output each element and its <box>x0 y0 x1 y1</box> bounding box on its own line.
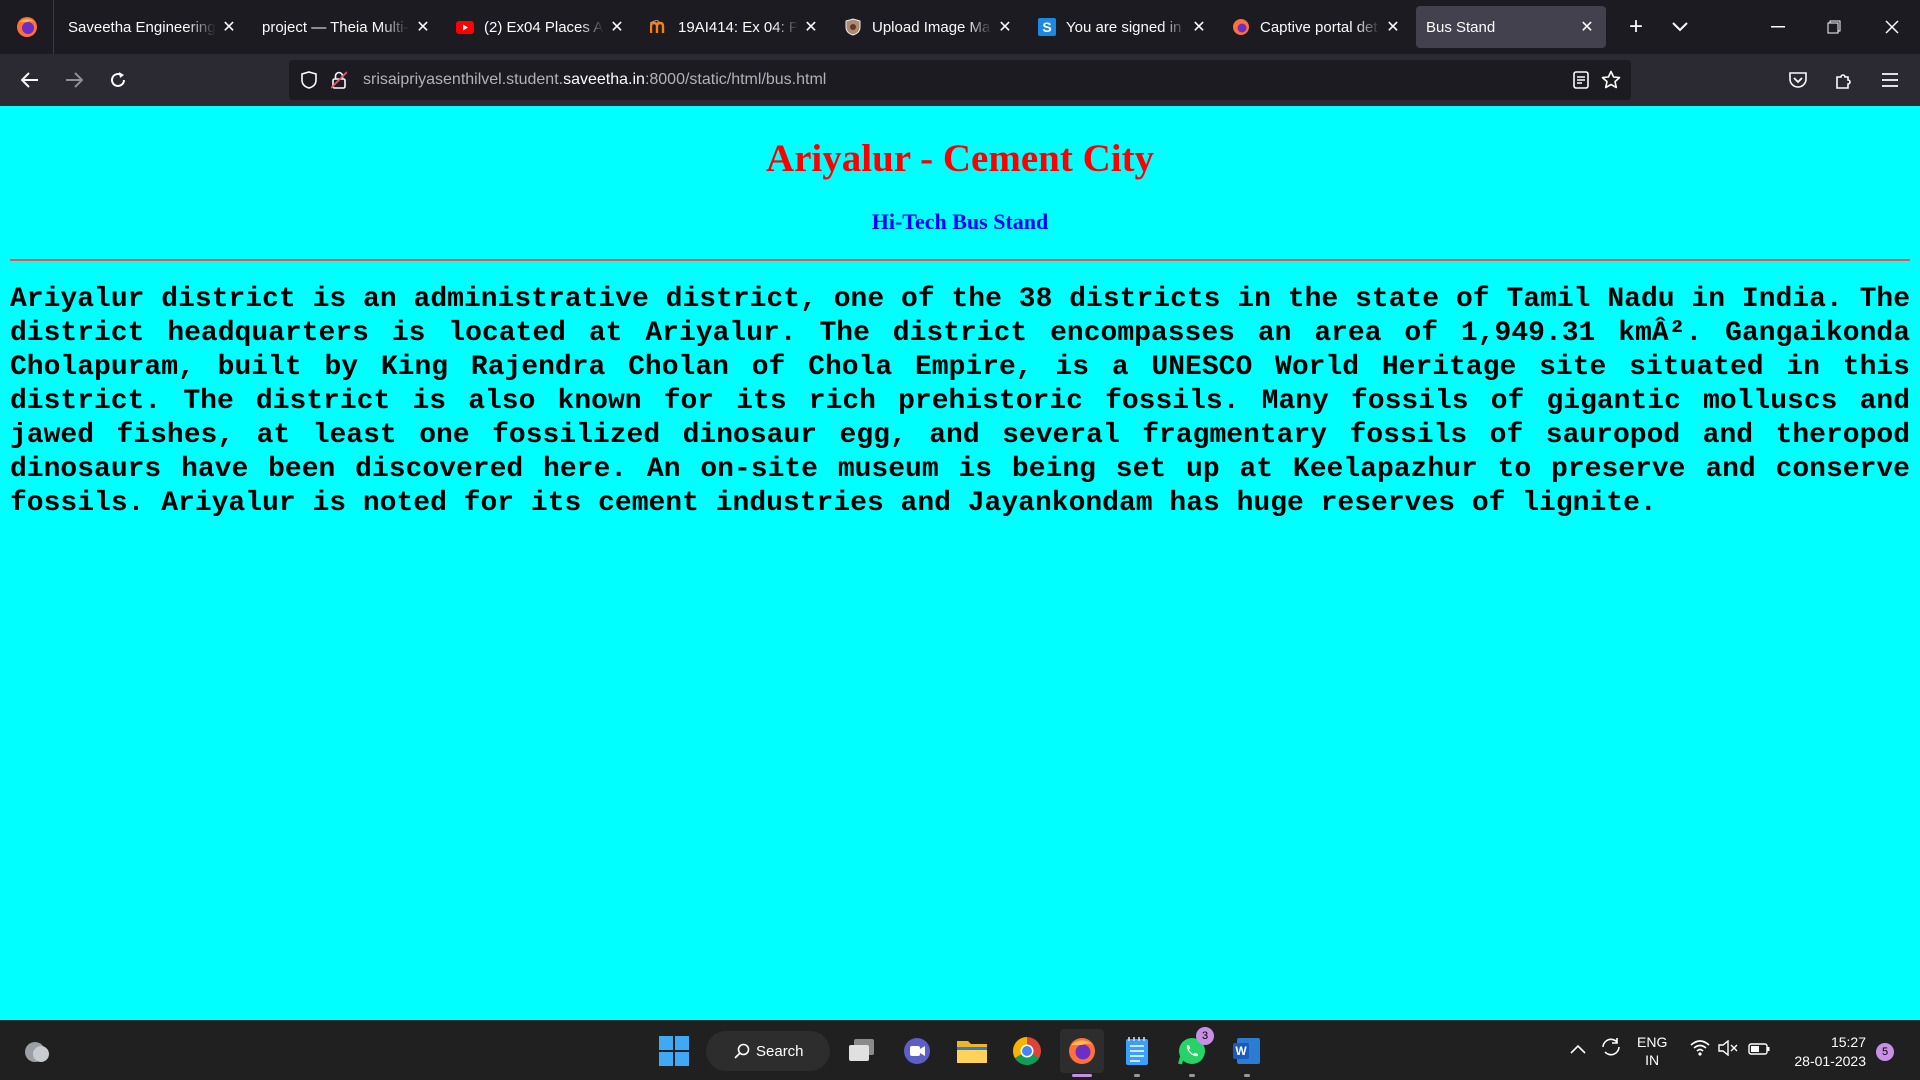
tab-signed-in[interactable]: S You are signed in ✕ <box>1028 6 1218 48</box>
clock-time: 15:27 <box>1830 1034 1866 1050</box>
battery-icon[interactable] <box>1748 1042 1770 1058</box>
close-tab-icon[interactable]: ✕ <box>414 18 432 36</box>
close-tab-icon[interactable]: ✕ <box>996 18 1014 36</box>
show-hidden-icons-chevron-icon[interactable] <box>1570 1041 1586 1057</box>
close-window-icon[interactable] <box>1864 0 1920 54</box>
tab-theia[interactable]: project — Theia Multi- ✕ <box>252 6 442 48</box>
tab-strip: Saveetha Engineering ✕ project — Theia M… <box>0 0 1920 54</box>
firefox-menu-icon[interactable] <box>0 0 54 54</box>
url-domain: saveetha.in <box>563 71 645 88</box>
whatsapp-badge: 3 <box>1196 1027 1214 1045</box>
region-code: IN <box>1645 1052 1660 1068</box>
tab-moodle[interactable]: 19AI414: Ex 04: Pla ✕ <box>640 6 830 48</box>
district-description: Ariyalur district is an administrative d… <box>10 284 1910 519</box>
notification-count-badge[interactable]: 5 <box>1876 1043 1894 1061</box>
tab-saveetha[interactable]: Saveetha Engineering ✕ <box>58 6 248 48</box>
pocket-icon[interactable] <box>1776 58 1820 102</box>
minimize-icon[interactable] <box>1750 0 1806 54</box>
shield-crest-icon <box>844 18 862 36</box>
windows-taskbar: Search 3 W ENG IN 15:27 28-01-2023 5 <box>0 1020 1920 1080</box>
language-indicator[interactable]: ENG IN <box>1637 1033 1667 1069</box>
close-tab-icon[interactable]: ✕ <box>1384 18 1402 36</box>
back-arrow-icon[interactable] <box>8 58 52 102</box>
close-tab-icon[interactable]: ✕ <box>220 18 238 36</box>
youtube-icon <box>456 18 474 36</box>
tab-label: (2) Ex04 Places Ar <box>484 18 604 36</box>
windows-start-icon[interactable] <box>652 1029 696 1073</box>
url-prefix: srisaipriyasenthilvel.student. <box>363 71 564 88</box>
word-icon[interactable]: W <box>1225 1029 1269 1077</box>
reload-icon[interactable] <box>96 58 140 102</box>
file-explorer-icon[interactable] <box>950 1029 994 1073</box>
reader-view-icon[interactable] <box>1573 71 1589 89</box>
address-bar[interactable]: srisaipriyasenthilvel.student.saveetha.i… <box>289 60 1631 100</box>
tab-label: Saveetha Engineering <box>68 18 216 36</box>
moodle-icon <box>650 18 668 36</box>
search-icon <box>734 1043 750 1059</box>
search-label: Search <box>756 1042 804 1060</box>
tab-label: project — Theia Multi- <box>262 18 409 36</box>
wifi-icon[interactable] <box>1690 1040 1710 1059</box>
chrome-icon[interactable] <box>1005 1029 1049 1073</box>
tab-label: Captive portal det <box>1260 18 1378 36</box>
tab-label: 19AI414: Ex 04: Pla <box>678 18 798 36</box>
tab-label: You are signed in <box>1066 18 1182 36</box>
firefox-taskbar-icon[interactable] <box>1060 1029 1104 1077</box>
url-suffix: :8000/static/html/bus.html <box>644 71 827 88</box>
horizontal-rule <box>10 259 1910 261</box>
navigation-toolbar: srisaipriyasenthilvel.student.saveetha.i… <box>0 54 1920 106</box>
notepad-icon[interactable] <box>1115 1029 1159 1077</box>
close-tab-icon[interactable]: ✕ <box>802 18 820 36</box>
page-title: Ariyalur - Cement City <box>765 137 1155 180</box>
bookmark-star-icon[interactable] <box>1601 70 1621 90</box>
tab-label: Bus Stand <box>1426 18 1496 36</box>
s-logo-icon: S <box>1038 18 1056 36</box>
tab-youtube[interactable]: (2) Ex04 Places Ar ✕ <box>446 6 636 48</box>
new-tab-button[interactable]: + <box>1614 5 1658 49</box>
insecure-lock-icon[interactable] <box>327 71 351 89</box>
close-tab-icon[interactable]: ✕ <box>608 18 626 36</box>
svg-text:W: W <box>1235 1044 1247 1058</box>
list-all-tabs-icon[interactable] <box>1658 5 1702 49</box>
tracking-protection-shield-icon[interactable] <box>297 71 321 89</box>
forward-arrow-icon[interactable] <box>52 58 96 102</box>
tab-upload-image[interactable]: Upload Image Ma ✕ <box>834 6 1024 48</box>
speaker-muted-icon[interactable] <box>1718 1039 1738 1059</box>
weather-widget-icon[interactable] <box>14 1029 58 1073</box>
language-code: ENG <box>1637 1034 1668 1050</box>
web-page-content: Ariyalur - Cement City Hi-Tech Bus Stand… <box>0 106 1920 1020</box>
close-tab-icon[interactable]: ✕ <box>1190 18 1208 36</box>
whatsapp-icon[interactable]: 3 <box>1170 1027 1214 1077</box>
tab-label: Upload Image Ma <box>872 18 991 36</box>
taskbar-search-button[interactable]: Search <box>706 1031 830 1071</box>
teams-chat-icon[interactable] <box>895 1029 939 1073</box>
clock[interactable]: 15:27 28-01-2023 <box>1786 1033 1866 1071</box>
close-tab-icon[interactable]: ✕ <box>1578 18 1596 36</box>
tab-captive-portal[interactable]: Captive portal det ✕ <box>1222 6 1412 48</box>
svg-text:S: S <box>1042 19 1051 35</box>
tab-bus-stand[interactable]: Bus Stand ✕ <box>1416 6 1606 48</box>
restore-icon[interactable] <box>1806 0 1862 54</box>
clock-date: 28-01-2023 <box>1794 1053 1866 1069</box>
extensions-puzzle-icon[interactable] <box>1822 58 1866 102</box>
page-subtitle: Hi-Tech Bus Stand <box>871 209 1049 234</box>
firefox-icon <box>1232 18 1250 36</box>
task-view-icon[interactable] <box>840 1029 884 1073</box>
sync-icon[interactable] <box>1600 1037 1622 1060</box>
url-text[interactable]: srisaipriyasenthilvel.student.saveetha.i… <box>363 71 826 89</box>
hamburger-menu-icon[interactable] <box>1868 58 1912 102</box>
